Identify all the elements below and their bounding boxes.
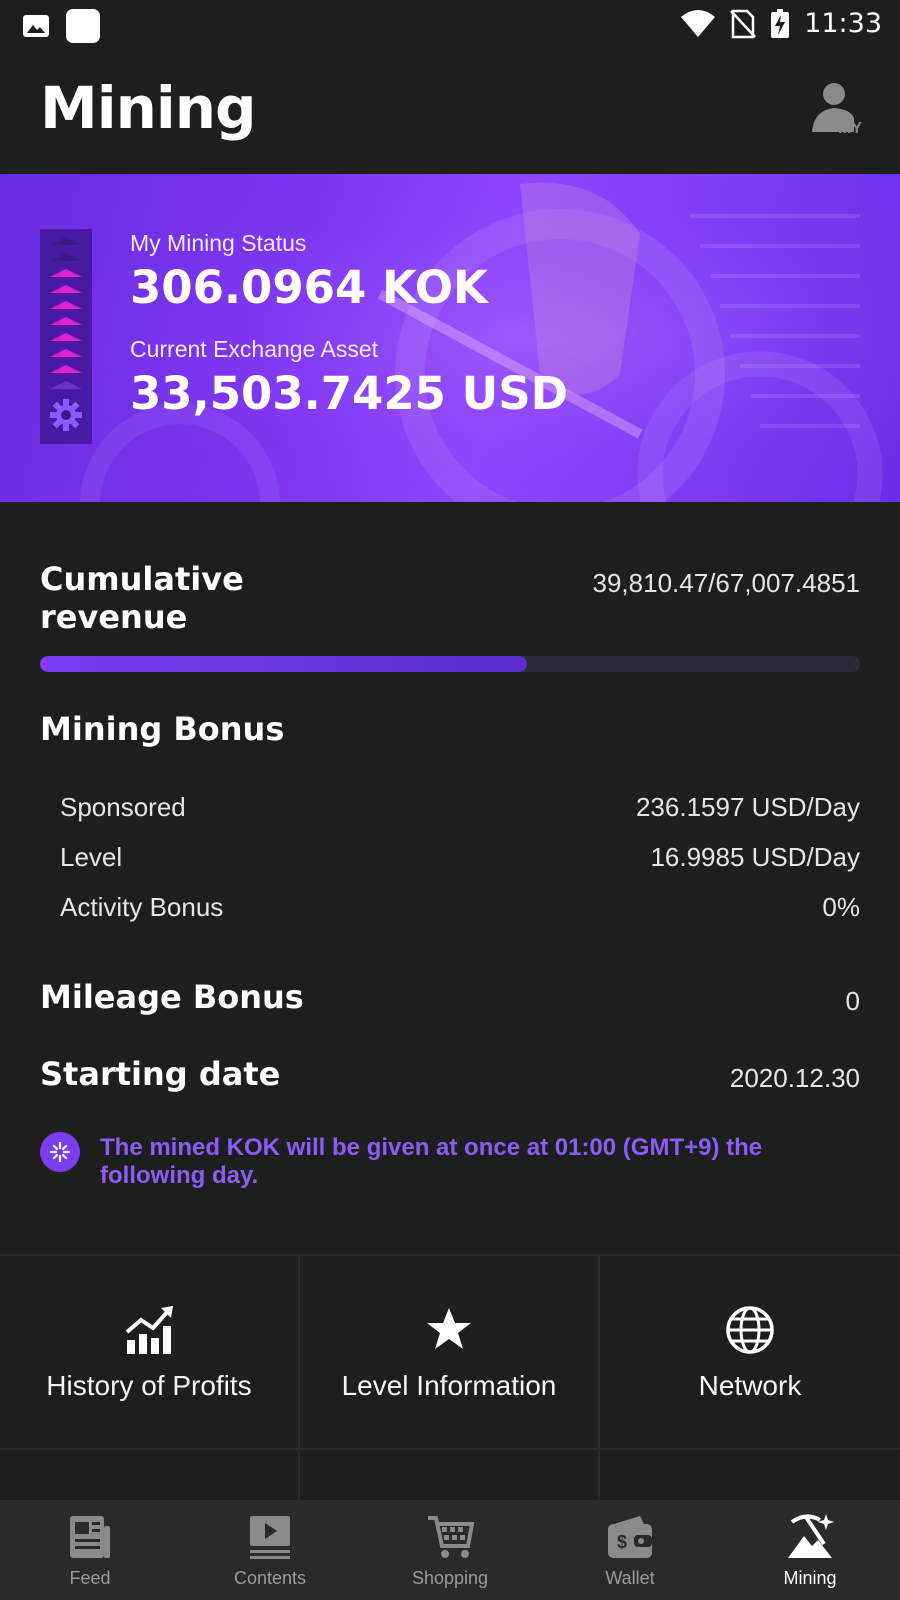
app-header: Mining MY bbox=[0, 50, 900, 174]
menu-label: History of Profits bbox=[46, 1370, 252, 1401]
nav-contents[interactable]: Contents bbox=[180, 1500, 360, 1600]
app-notification-icon bbox=[66, 9, 100, 43]
svg-text:$: $ bbox=[617, 1532, 627, 1552]
grid-divider bbox=[0, 1448, 900, 1450]
starting-date-row: Starting date 2020.12.30 bbox=[40, 1055, 860, 1099]
bonus-label: Activity Bonus bbox=[60, 892, 224, 922]
my-badge-text: MY bbox=[838, 120, 862, 134]
bonus-value: 16.9985 USD/Day bbox=[650, 842, 860, 872]
grid-divider bbox=[298, 1256, 300, 1502]
starting-date-value: 2020.12.30 bbox=[729, 1063, 860, 1093]
network-button[interactable]: Network bbox=[600, 1256, 900, 1450]
grid-divider bbox=[598, 1256, 600, 1502]
mileage-bonus-title: Mileage Bonus bbox=[40, 978, 304, 1016]
nav-wallet[interactable]: $ Wallet bbox=[540, 1500, 720, 1600]
no-sim-icon bbox=[730, 9, 757, 38]
star-icon bbox=[427, 1308, 471, 1349]
nav-shopping[interactable]: Shopping bbox=[360, 1500, 540, 1600]
mining-status-banner: My Mining Status 306.0964 KOK Current Ex… bbox=[0, 174, 900, 502]
cumulative-revenue-row: Cumulative revenue 39,810.47/67,007.4851 bbox=[40, 560, 860, 640]
page-title: Mining bbox=[40, 74, 257, 142]
nav-mining[interactable]: Mining bbox=[720, 1500, 900, 1600]
globe-icon bbox=[726, 1306, 774, 1354]
newspaper-icon bbox=[70, 1516, 110, 1558]
mining-status-value: 306.0964 KOK bbox=[130, 261, 488, 314]
exchange-asset-label: Current Exchange Asset bbox=[130, 336, 379, 362]
menu-label: Network bbox=[698, 1370, 802, 1401]
bottom-navigation: Feed Contents Shopping $ Wallet Mining bbox=[0, 1500, 900, 1600]
level-information-button[interactable]: Level Information bbox=[300, 1256, 598, 1450]
my-profile-icon[interactable]: MY bbox=[810, 82, 864, 134]
wallet-icon: $ bbox=[608, 1516, 652, 1558]
nav-label: Contents bbox=[233, 1568, 307, 1588]
bonus-item-activity: Activity Bonus 0% bbox=[60, 892, 860, 932]
chart-up-icon bbox=[125, 1306, 173, 1354]
exchange-asset-value: 33,503.7425 USD bbox=[130, 367, 568, 420]
play-screen-icon bbox=[250, 1516, 290, 1559]
pickaxe-icon bbox=[788, 1514, 834, 1558]
mining-level-indicator bbox=[40, 229, 92, 444]
bonus-value: 0% bbox=[822, 892, 860, 922]
mining-bonus-header: Mining Bonus bbox=[40, 710, 860, 748]
menu-label: Level Information bbox=[341, 1370, 557, 1401]
progress-fill bbox=[40, 656, 528, 672]
gear-icon bbox=[50, 399, 82, 431]
battery-charging-icon bbox=[771, 8, 790, 38]
cart-icon bbox=[428, 1516, 475, 1558]
history-of-profits-button[interactable]: History of Profits bbox=[0, 1256, 298, 1450]
mileage-bonus-row: Mileage Bonus 0 bbox=[40, 978, 860, 1022]
bonus-value: 236.1597 USD/Day bbox=[635, 792, 860, 822]
cumulative-revenue-progress bbox=[40, 656, 860, 672]
mileage-bonus-value: 0 bbox=[845, 986, 860, 1016]
nav-label: Feed bbox=[69, 1568, 111, 1588]
clock: 11:33 bbox=[804, 8, 882, 39]
nav-label: Mining bbox=[783, 1568, 837, 1588]
mining-status-label: My Mining Status bbox=[130, 230, 307, 256]
nav-label: Wallet bbox=[605, 1568, 655, 1588]
bonus-item-sponsored: Sponsored 236.1597 USD/Day bbox=[60, 792, 860, 832]
mining-menu-grid: History of Profits Level Information Net… bbox=[0, 1254, 900, 1502]
status-bar: 11:33 bbox=[0, 0, 900, 50]
wifi-icon bbox=[681, 9, 716, 37]
notice-text: The mined KOK will be given at once at 0… bbox=[100, 1134, 763, 1189]
mining-bonus-title: Mining Bonus bbox=[40, 710, 285, 748]
nav-feed[interactable]: Feed bbox=[0, 1500, 180, 1600]
nav-label: Shopping bbox=[411, 1568, 489, 1588]
cumulative-revenue-value: 39,810.47/67,007.4851 bbox=[592, 568, 860, 598]
image-notification-icon bbox=[23, 15, 49, 37]
bonus-label: Level bbox=[60, 842, 123, 872]
info-icon bbox=[40, 1132, 80, 1172]
bonus-label: Sponsored bbox=[60, 792, 186, 822]
bonus-item-level: Level 16.9985 USD/Day bbox=[60, 842, 860, 882]
